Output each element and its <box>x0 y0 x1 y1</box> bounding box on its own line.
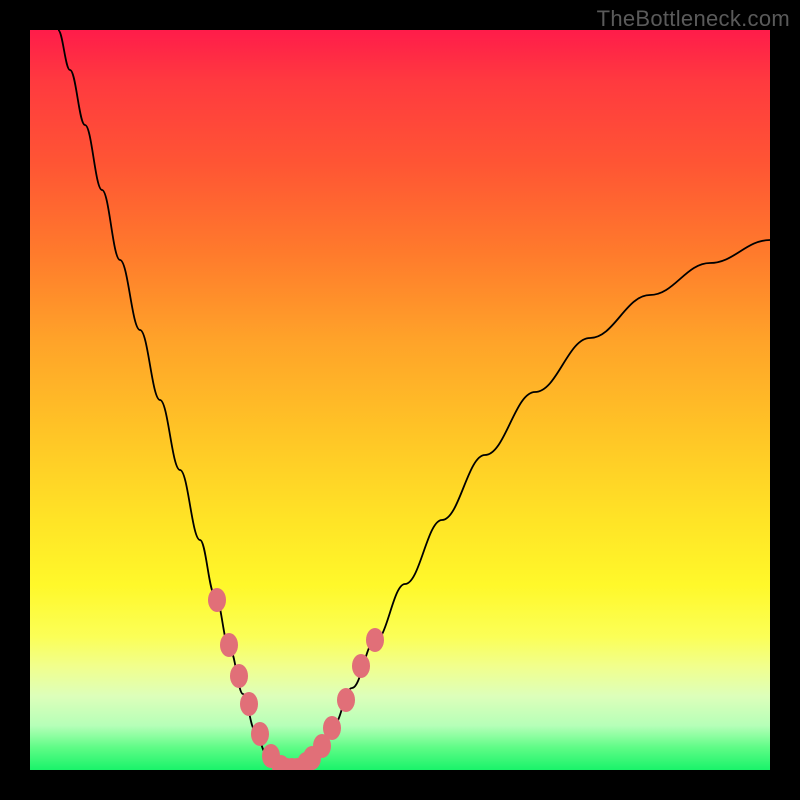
marker-dot <box>251 722 269 746</box>
marker-dot <box>240 692 258 716</box>
marker-dot <box>323 716 341 740</box>
marker-dot <box>230 664 248 688</box>
marker-dot <box>337 688 355 712</box>
chart-frame: TheBottleneck.com <box>0 0 800 800</box>
marker-dot <box>366 628 384 652</box>
watermark-text: TheBottleneck.com <box>597 6 790 32</box>
curve-left-branch <box>58 30 292 770</box>
plot-area <box>30 30 770 770</box>
curve-right-branch <box>292 240 770 770</box>
marker-dot <box>208 588 226 612</box>
curve-overlay <box>30 30 770 770</box>
marker-dot <box>352 654 370 678</box>
marker-dot <box>220 633 238 657</box>
marker-dots <box>208 588 384 770</box>
